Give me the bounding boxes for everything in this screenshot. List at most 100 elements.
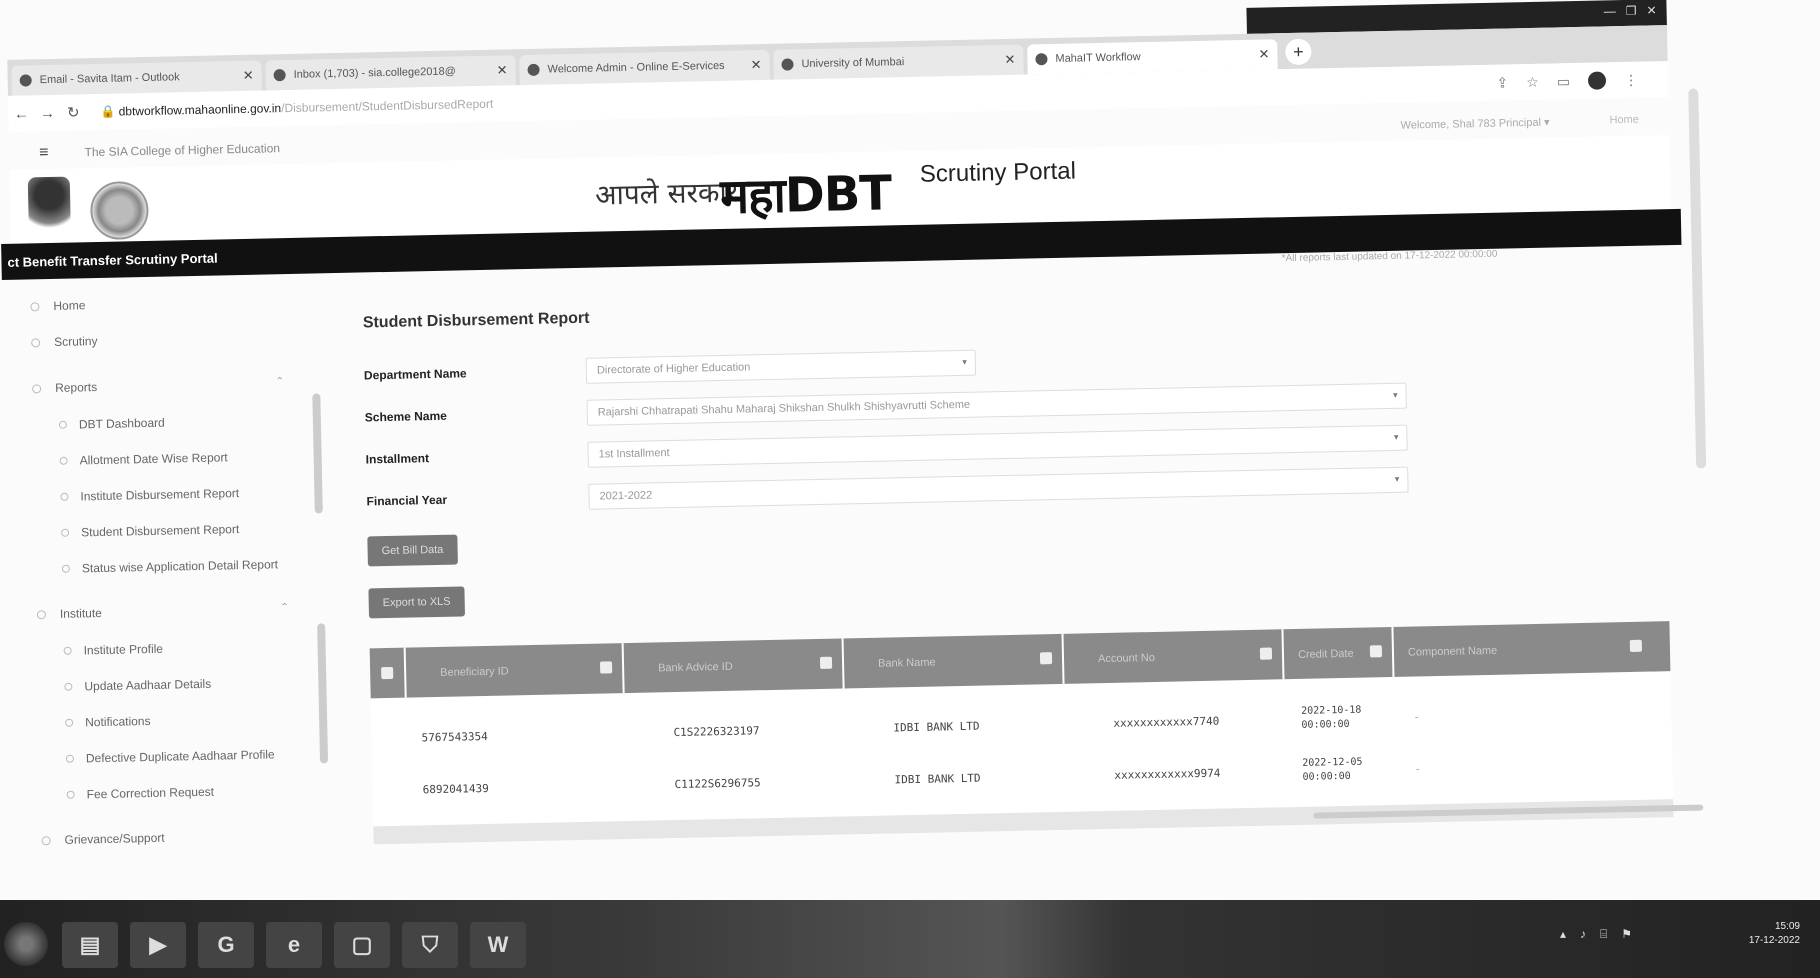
- main-content: Student Disbursement Report Department N…: [362, 287, 1704, 845]
- sidebar-item-home[interactable]: Home: [12, 294, 312, 314]
- tray-arrow-icon[interactable]: ▴: [1560, 927, 1566, 941]
- window-controls[interactable]: — ❐ ✕: [1604, 3, 1657, 18]
- sidebar-scrollbar[interactable]: [312, 393, 323, 514]
- media-player-icon[interactable]: ▶: [130, 922, 186, 968]
- start-button[interactable]: [4, 922, 48, 966]
- column-menu-icon[interactable]: [599, 661, 613, 674]
- welcome-user-menu[interactable]: Welcome, Shal 783 Principal ▾: [1400, 115, 1549, 131]
- column-menu-icon[interactable]: [1039, 652, 1053, 665]
- department-select[interactable]: Directorate of Higher Education ▾: [585, 349, 977, 384]
- chevron-up-icon: ⌃: [275, 376, 285, 388]
- column-header[interactable]: Component Name: [1393, 622, 1652, 677]
- file-explorer-icon[interactable]: ▤: [62, 922, 118, 968]
- circle-icon: [58, 420, 67, 429]
- column-header[interactable]: Beneficiary ID: [405, 643, 625, 698]
- chevron-down-icon: ▾: [962, 356, 967, 367]
- circle-icon: [63, 646, 72, 655]
- sidebar-item-defective-aadhaar[interactable]: Defective Duplicate Aadhaar Profile: [22, 746, 286, 768]
- scheme-label: Scheme Name: [364, 408, 447, 425]
- circle-icon: [41, 836, 51, 846]
- page-scrollbar[interactable]: [1688, 88, 1707, 469]
- sidebar-item-scrutiny[interactable]: Scrutiny: [13, 330, 313, 350]
- circle-icon: [61, 564, 71, 573]
- bank-advice-id-cell: C1122S6296755: [674, 775, 761, 791]
- globe-icon: [781, 58, 794, 71]
- sidebar-item-dbt-dashboard[interactable]: DBT Dashboard: [15, 412, 279, 434]
- hamburger-icon[interactable]: ≡: [39, 144, 49, 162]
- circle-icon: [66, 790, 75, 799]
- bank-name-cell: IDBI BANK LTD: [893, 719, 980, 734]
- column-menu-icon[interactable]: [1629, 639, 1643, 653]
- url-field[interactable]: 🔒 dbtworkflow.mahaonline.gov.in/Disburse…: [100, 97, 493, 119]
- select-all-checkbox[interactable]: [369, 647, 407, 699]
- sidebar-item-institute-disbursement[interactable]: Institute Disbursement Report: [16, 484, 280, 506]
- sidebar-item-reports[interactable]: Reports ⌃: [14, 376, 314, 396]
- column-header[interactable]: Credit Date: [1283, 626, 1395, 680]
- department-label: Department Name: [363, 366, 467, 383]
- shield-icon[interactable]: ⛉: [402, 922, 458, 968]
- screenshot-stage: — ❐ ✕ Email - Savita Itam - Outlook ✕ Inb…: [0, 0, 1820, 978]
- sidebar-item-fee-correction[interactable]: Fee Correction Request: [23, 782, 287, 804]
- export-xls-button[interactable]: Export to XLS: [368, 586, 465, 619]
- close-icon[interactable]: ✕: [497, 62, 508, 78]
- sidebar-item-institute[interactable]: Institute ⌃: [19, 601, 319, 621]
- circle-icon: [59, 456, 68, 465]
- column-menu-icon[interactable]: [1369, 645, 1383, 658]
- column-header[interactable]: Account No: [1063, 629, 1285, 684]
- account-no-cell: xxxxxxxxxxxx7740: [1113, 714, 1220, 730]
- sidebar-item-notifications[interactable]: Notifications: [21, 710, 285, 732]
- network-icon[interactable]: ⌸: [1600, 927, 1607, 942]
- sidebar-item-student-disbursement[interactable]: Student Disbursement Report: [17, 520, 281, 542]
- volume-icon[interactable]: ♪: [1580, 927, 1586, 941]
- column-header[interactable]: Bank Name: [843, 633, 1065, 689]
- circle-icon: [30, 302, 40, 312]
- close-icon[interactable]: ✕: [750, 57, 761, 73]
- circle-icon: [64, 682, 73, 691]
- scrollbar-thumb[interactable]: [1313, 804, 1704, 819]
- profile-avatar[interactable]: [1587, 71, 1607, 90]
- mahadbt-logo: महाDBT: [719, 165, 892, 225]
- outlook-icon: [19, 74, 32, 87]
- sidebar-item-allotment-report[interactable]: Allotment Date Wise Report: [16, 448, 280, 470]
- share-icon[interactable]: ⇪: [1496, 74, 1508, 91]
- star-icon[interactable]: ☆: [1526, 73, 1539, 90]
- sidebar-item-status-report[interactable]: Status wise Application Detail Report: [18, 556, 282, 578]
- beneficiary-id-cell: 5767543354: [421, 729, 488, 744]
- close-icon[interactable]: ✕: [243, 68, 254, 84]
- close-icon[interactable]: ✕: [1004, 52, 1015, 68]
- documents-icon[interactable]: ▢: [334, 922, 390, 968]
- gmail-icon: [273, 69, 286, 82]
- page-title: Student Disbursement Report: [362, 309, 590, 332]
- circle-icon: [65, 754, 74, 763]
- back-icon[interactable]: ←: [8, 105, 34, 123]
- home-link[interactable]: Home: [1609, 114, 1639, 127]
- beneficiary-id-cell: 6892041439: [422, 781, 489, 796]
- get-bill-data-button[interactable]: Get Bill Data: [367, 534, 458, 567]
- bank-name-cell: IDBI BANK LTD: [894, 771, 981, 786]
- column-menu-icon[interactable]: [1259, 647, 1273, 660]
- sidebar-item-grievance[interactable]: Grievance/Support: [23, 827, 323, 847]
- disbursement-table: Beneficiary ID Bank Advice ID Bank Name …: [369, 621, 1704, 845]
- word-icon[interactable]: W: [470, 922, 526, 968]
- menu-icon[interactable]: ⋮: [1624, 71, 1638, 88]
- sidepanel-icon[interactable]: ▭: [1557, 73, 1571, 90]
- sidebar-item-update-aadhaar[interactable]: Update Aadhaar Details: [20, 674, 284, 696]
- component-name-cell: -: [1414, 761, 1422, 776]
- flag-icon[interactable]: ⚑: [1621, 927, 1632, 941]
- new-tab-icon[interactable]: +: [1285, 38, 1312, 66]
- forward-icon[interactable]: →: [34, 104, 60, 122]
- circle-icon: [61, 528, 70, 537]
- close-icon[interactable]: ✕: [1258, 46, 1269, 62]
- sidebar-scrollbar[interactable]: [317, 623, 329, 764]
- chrome-icon[interactable]: G: [198, 922, 254, 968]
- clock[interactable]: 15:09 17-12-2022: [1749, 920, 1800, 948]
- column-header[interactable]: Bank Advice ID: [623, 638, 845, 694]
- installment-label: Installment: [365, 451, 430, 467]
- internet-explorer-icon[interactable]: e: [266, 922, 322, 968]
- sidebar-item-institute-profile[interactable]: Institute Profile: [19, 638, 283, 660]
- chevron-up-icon: ⌃: [280, 602, 289, 614]
- reload-icon[interactable]: ↻: [60, 103, 86, 122]
- national-emblem-icon: [27, 176, 71, 238]
- column-menu-icon[interactable]: [819, 656, 833, 669]
- chevron-down-icon: ▾: [1393, 431, 1399, 442]
